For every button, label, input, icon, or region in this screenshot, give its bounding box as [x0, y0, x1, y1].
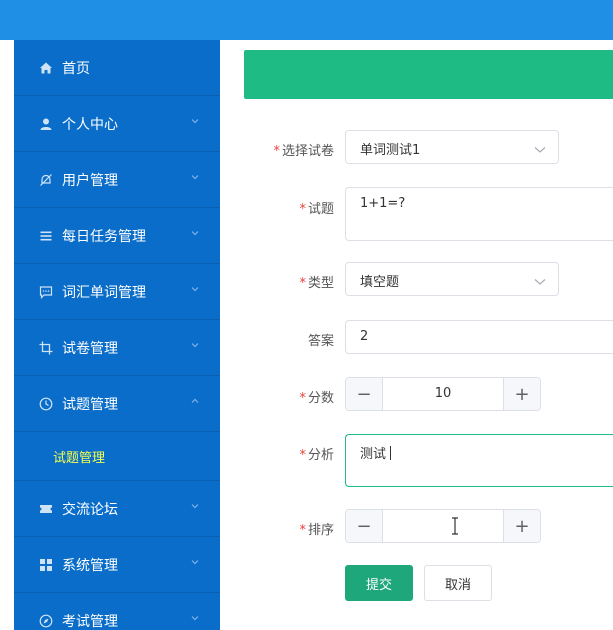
label-text: 分析 [307, 448, 334, 463]
label-text: 试题 [307, 202, 334, 217]
main-content: * 选择试卷 单词测试1 * 试题 1+1=? * 类型 填空题 答案 2 * 分数 −… [220, 40, 613, 630]
score-label: * 分数 [220, 387, 334, 406]
compass-icon [38, 613, 54, 629]
analysis-value-wrap: 测试 [360, 443, 392, 462]
sidebar-item-label: 首页 [62, 60, 90, 77]
type-label: * 类型 [220, 272, 334, 291]
analysis-value: 测试 [360, 447, 387, 462]
ticket-icon [38, 501, 54, 517]
chevron-up-icon [190, 395, 200, 405]
score-stepper: − 10 + [345, 377, 541, 411]
required-mark: * [273, 144, 280, 159]
analysis-label: * 分析 [220, 444, 334, 463]
page-header-banner [244, 50, 613, 99]
chevron-down-icon [190, 556, 200, 566]
label-text: 选择试卷 [281, 144, 334, 159]
label-text: 类型 [307, 276, 334, 291]
sidebar-item-users[interactable]: 用户管理 [14, 152, 220, 208]
answer-label: 答案 [220, 330, 334, 349]
chevron-down-icon [190, 339, 200, 349]
sidebar-item-home[interactable]: 首页 [14, 40, 220, 96]
score-increment-button[interactable]: + [503, 378, 540, 410]
sidebar-item-label: 试题管理 [62, 396, 118, 413]
sidebar-item-label: 词汇单词管理 [62, 284, 146, 301]
paper-label: * 选择试卷 [220, 140, 334, 159]
sidebar-item-label: 系统管理 [62, 557, 118, 574]
required-mark: * [299, 276, 306, 291]
score-decrement-button[interactable]: − [346, 378, 383, 410]
chevron-down-icon [190, 171, 200, 181]
cancel-button[interactable]: 取消 [424, 565, 492, 601]
text-caret [390, 446, 392, 460]
sidebar-item-papers[interactable]: 试卷管理 [14, 320, 220, 376]
sidebar-item-label: 用户管理 [62, 172, 118, 189]
grid-icon [38, 557, 54, 573]
sidebar-item-label: 考试管理 [62, 613, 118, 630]
paper-select-value: 单词测试1 [360, 143, 421, 158]
required-mark: * [299, 391, 306, 406]
type-select[interactable]: 填空题 [345, 262, 559, 296]
order-decrement-button[interactable]: − [346, 510, 383, 542]
left-margin-strip [0, 40, 14, 630]
list-icon [38, 228, 54, 244]
chevron-down-icon [190, 227, 200, 237]
label-text: 排序 [307, 523, 334, 538]
sidebar-item-forum[interactable]: 交流论坛 [14, 481, 220, 537]
answer-input[interactable]: 2 [345, 320, 613, 354]
bell-off-icon [38, 172, 54, 188]
user-icon [38, 116, 54, 132]
required-mark: * [299, 523, 306, 538]
submit-button[interactable]: 提交 [345, 565, 413, 601]
required-mark: * [299, 202, 306, 217]
analysis-textarea[interactable]: 测试 [345, 434, 613, 487]
sidebar-item-daily-tasks[interactable]: 每日任务管理 [14, 208, 220, 264]
chevron-down-icon [190, 500, 200, 510]
required-mark: * [299, 448, 306, 463]
order-stepper: − + [345, 509, 541, 543]
submenu-item-label: 试题管理 [53, 450, 106, 466]
home-icon [38, 60, 54, 76]
paper-select[interactable]: 单词测试1 [345, 130, 559, 164]
chevron-down-icon [534, 143, 546, 158]
top-header-bar [0, 0, 613, 40]
order-label: * 排序 [220, 519, 334, 538]
question-value: 1+1=? [360, 196, 406, 211]
order-increment-button[interactable]: + [503, 510, 540, 542]
sidebar-item-label: 试卷管理 [62, 340, 118, 357]
chevron-down-icon [190, 115, 200, 125]
type-select-value: 填空题 [360, 275, 400, 290]
label-text: 答案 [307, 334, 334, 349]
sidebar-item-profile[interactable]: 个人中心 [14, 96, 220, 152]
chat-icon [38, 284, 54, 300]
text-cursor-icon [450, 517, 460, 539]
sidebar-item-vocabulary[interactable]: 词汇单词管理 [14, 264, 220, 320]
sidebar-item-system[interactable]: 系统管理 [14, 537, 220, 593]
label-text: 分数 [307, 391, 334, 406]
chevron-down-icon [534, 275, 546, 290]
question-label: * 试题 [220, 198, 334, 217]
crop-icon [38, 340, 54, 356]
chevron-down-icon [190, 283, 200, 293]
answer-value: 2 [360, 329, 369, 344]
sidebar-item-label: 个人中心 [62, 116, 118, 133]
sidebar-item-questions[interactable]: 试题管理 [14, 376, 220, 432]
score-value[interactable]: 10 [383, 386, 503, 401]
clock-icon [38, 396, 54, 412]
sidebar-item-label: 交流论坛 [62, 501, 118, 518]
sidebar-item-label: 每日任务管理 [62, 228, 146, 245]
chevron-down-icon [190, 612, 200, 622]
sidebar-menu: 首页 个人中心 用户管理 每日任务管理 词汇单词管理 试卷管理 试题管理 试题管… [14, 40, 220, 630]
question-textarea[interactable]: 1+1=? [345, 187, 613, 241]
submenu-item-questions[interactable]: 试题管理 [14, 432, 220, 481]
sidebar-item-exams[interactable]: 考试管理 [14, 593, 220, 630]
